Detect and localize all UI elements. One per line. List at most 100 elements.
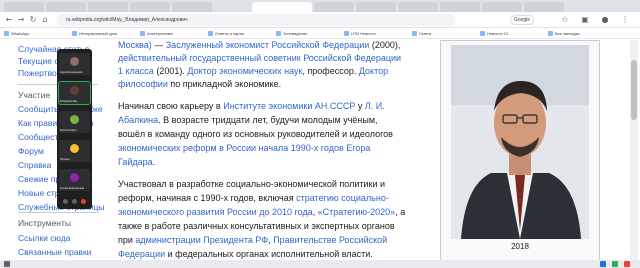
article-link[interactable]: «Стратегию-2020»	[318, 207, 396, 217]
page-scrollbar[interactable]	[630, 40, 638, 268]
bookmark-favicon-icon	[276, 31, 281, 37]
scrollbar-thumb[interactable]	[631, 60, 637, 120]
browser-tab[interactable]	[482, 2, 522, 12]
article-link[interactable]: Л. И.	[365, 101, 385, 111]
participant-avatar	[70, 115, 79, 124]
article-text: , профессор.	[302, 66, 359, 76]
article-line: действительный государственный советник …	[118, 53, 401, 64]
article-link[interactable]: Москва)	[118, 40, 152, 50]
article-link[interactable]: Егора	[346, 143, 370, 153]
participant-tile[interactable]: Alexei Novikov	[59, 111, 90, 133]
bookmark-item[interactable]: Новости 24	[480, 30, 508, 37]
bookmark-favicon-icon	[72, 31, 77, 37]
infobox-image: 2018	[440, 40, 600, 262]
browser-tab[interactable]	[130, 2, 170, 12]
article-text: Начинал свою карьеру в	[118, 101, 224, 111]
article-text: и федеральных органах исполнительной вла…	[165, 249, 373, 259]
leave-call-icon[interactable]	[81, 199, 86, 204]
sidebar-link[interactable]: Справка	[18, 160, 51, 170]
bookmark-label: Новости 24	[487, 31, 509, 36]
article-text: , а	[395, 207, 406, 217]
article-link[interactable]: Заслуженный экономист Российской Федерац…	[166, 40, 370, 50]
participant-tile[interactable]: Ксения Анатольевна	[59, 169, 90, 191]
article-text: (2000),	[369, 40, 401, 50]
article-text: также в работе различных консультативных…	[118, 221, 395, 231]
bookmark-item[interactable]: Альтернатива	[140, 30, 173, 37]
participant-tile[interactable]: Владимир Мау	[58, 81, 91, 105]
browser-tab[interactable]	[172, 2, 212, 12]
menu-icon[interactable]: ⋮	[620, 15, 630, 25]
sidebar-link[interactable]: Форум	[18, 146, 44, 156]
browser-tab[interactable]	[398, 2, 438, 12]
browser-tab[interactable]	[46, 2, 86, 12]
bookmark-label: Все закладки	[555, 31, 580, 36]
forward-icon[interactable]: →	[16, 15, 26, 25]
tray-icon[interactable]	[600, 261, 606, 267]
article-link[interactable]: философии	[118, 79, 168, 89]
article-link[interactable]: Институте экономики АН СССР	[223, 101, 355, 111]
video-call-panel[interactable]: Сергей Алексеевич Владимир Мау Alexei Novi…	[57, 49, 92, 209]
article-line: Участвовал в разработке социально-эконом…	[118, 179, 385, 190]
browser-toolbar: ← → ↻ ⌂ ru.wikipedia.org/wiki/Мау,_Влади…	[0, 12, 640, 28]
bookmark-item[interactable]: Интерактивный урок	[72, 30, 117, 37]
participant-tile[interactable]: Сергей Алексеевич	[59, 53, 90, 75]
sidebar-link[interactable]: Связанные правки	[18, 247, 91, 257]
browser-tab[interactable]	[314, 2, 354, 12]
article-link[interactable]: действительный государственный советник …	[118, 53, 401, 63]
article-link[interactable]: экономического развития России до 2010 г…	[118, 207, 313, 217]
sidebar-link[interactable]: Ссылки сюда	[18, 233, 70, 243]
participant-name: Сергей Алексеевич	[60, 71, 83, 74]
participant-avatar	[70, 57, 79, 66]
article-link[interactable]: стратегию социально-	[296, 193, 389, 203]
browser-tab-bar	[0, 0, 640, 12]
browser-tab[interactable]	[4, 2, 44, 12]
article-link[interactable]: Гайдара	[118, 157, 153, 167]
article-line: Гайдара.	[118, 157, 155, 168]
article-text: при	[118, 235, 136, 245]
browser-tab[interactable]	[440, 2, 480, 12]
article-link[interactable]: администрации Президента РФ	[135, 235, 268, 245]
address-bar[interactable]: ru.wikipedia.org/wiki/Мау,_Владимир_Алек…	[56, 14, 456, 26]
tray-icon[interactable]	[624, 261, 630, 267]
bookmark-favicon-icon	[480, 31, 485, 37]
start-icon[interactable]	[4, 261, 10, 267]
tray-icon[interactable]	[612, 261, 618, 267]
bookmark-item[interactable]: Телевидение	[276, 30, 307, 37]
article-link[interactable]: Правительстве Российской	[273, 235, 387, 245]
article-line: Абалкина. В возрасте тридцати лет, будуч…	[118, 115, 378, 126]
image-caption: 2018	[511, 242, 529, 251]
article-text: у	[355, 101, 365, 111]
extensions-icon[interactable]: ▣	[580, 15, 590, 25]
home-icon[interactable]: ⌂	[40, 15, 50, 25]
browser-tab[interactable]	[88, 2, 128, 12]
camera-icon[interactable]	[72, 199, 77, 204]
article-link[interactable]: 1 класса	[118, 66, 154, 76]
participant-tile[interactable]: Наталья	[59, 140, 90, 162]
bookmark-item[interactable]: WhatsApp	[4, 30, 29, 37]
article-link[interactable]: экономических реформ в России начала 199…	[118, 143, 344, 153]
bookmark-favicon-icon	[208, 31, 213, 37]
bookmark-item[interactable]: НТВ Новости	[344, 30, 376, 37]
article-link[interactable]: Абалкина	[118, 115, 158, 125]
article-link[interactable]: Доктор	[359, 66, 388, 76]
article-line: также в работе различных консультативных…	[118, 221, 395, 232]
reload-icon[interactable]: ↻	[28, 15, 38, 25]
browser-tab[interactable]	[524, 2, 564, 12]
bookmark-item[interactable]: Все закладки	[548, 30, 580, 37]
google-chip[interactable]: Google	[510, 15, 534, 25]
article-link[interactable]: Доктор экономических наук	[187, 66, 302, 76]
bookmark-item[interactable]: Ответы и карты	[208, 30, 244, 37]
bookmark-item[interactable]: Газета	[412, 30, 431, 37]
browser-tab[interactable]	[356, 2, 396, 12]
article-link[interactable]: Федерации	[118, 249, 165, 259]
profile-icon[interactable]: ●	[600, 15, 610, 25]
bookmark-favicon-icon	[344, 31, 349, 37]
article-line: философии по прикладной экономике.	[118, 79, 281, 90]
active-browser-tab[interactable]	[252, 2, 312, 12]
star-icon[interactable]: ☆	[560, 15, 570, 25]
back-icon[interactable]: ←	[4, 15, 14, 25]
mic-icon[interactable]	[63, 199, 68, 204]
bookmark-label: Газета	[419, 31, 432, 36]
article-line: 1 класса (2001). Доктор экономических на…	[118, 66, 388, 77]
portrait-photo[interactable]	[451, 45, 589, 239]
